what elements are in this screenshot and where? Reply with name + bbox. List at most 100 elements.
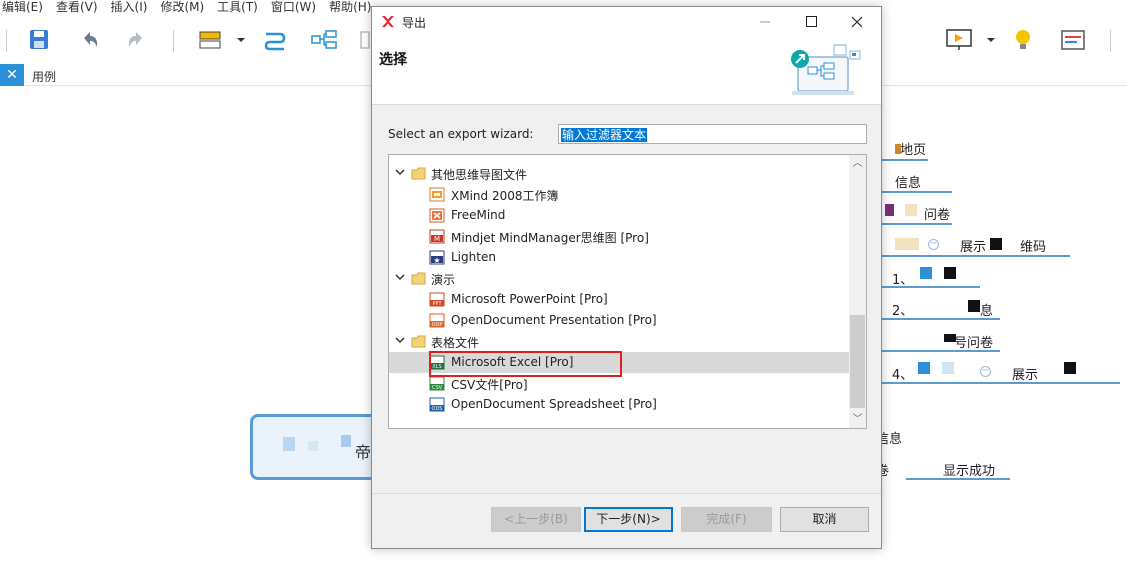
export-illustration-icon	[791, 44, 861, 95]
topic-node[interactable]: 息	[980, 300, 993, 319]
outline-panel-icon[interactable]	[1060, 28, 1086, 52]
boundary-icon[interactable]	[310, 28, 338, 52]
svg-text:★: ★	[433, 256, 440, 265]
menu-help[interactable]: 帮助(H)	[327, 0, 373, 16]
tree-item[interactable]: FreeMind	[389, 205, 849, 226]
editor-tab-label[interactable]: 用例	[32, 68, 56, 85]
maximize-icon	[806, 16, 817, 27]
chevron-down-icon[interactable]	[394, 334, 406, 346]
menu-tools[interactable]: 工具(T)	[215, 0, 260, 16]
svg-text:CSV: CSV	[432, 385, 443, 391]
central-topic[interactable]: 帝	[250, 414, 380, 480]
folder-icon	[411, 272, 426, 285]
chevron-down-icon[interactable]	[394, 271, 406, 283]
close-icon[interactable]: ✕	[0, 64, 24, 86]
svg-text:M: M	[434, 235, 440, 243]
dialog-titlebar[interactable]: 导出	[372, 7, 881, 37]
mindmanager-icon: M	[429, 229, 445, 244]
tree-folder[interactable]: 其他思维导图文件	[389, 163, 849, 184]
close-button[interactable]	[834, 7, 880, 37]
topic-icon[interactable]	[198, 28, 224, 52]
selection-highlight-box	[429, 351, 622, 377]
close-icon	[851, 16, 863, 28]
topic-node[interactable]: 信息	[895, 172, 921, 191]
scrollbar-thumb[interactable]	[850, 315, 865, 408]
redo-icon[interactable]	[126, 28, 148, 52]
menu-modify[interactable]: 修改(M)	[158, 0, 206, 16]
menu-view[interactable]: 查看(V)	[54, 0, 100, 16]
scroll-up-icon[interactable]: ︿	[849, 155, 866, 172]
svg-text:ODS: ODS	[432, 406, 443, 412]
odp-icon: ODP	[429, 313, 445, 328]
chevron-down-icon[interactable]	[394, 166, 406, 178]
tree-item[interactable]: M Mindjet MindManager思维图 [Pro]	[389, 226, 849, 247]
svg-text:ODP: ODP	[432, 322, 443, 328]
topic-node[interactable]: 显示成功	[943, 460, 995, 479]
wizard-page-title: 选择	[379, 52, 407, 68]
topic-node[interactable]: 4、	[892, 364, 913, 383]
minimize-icon	[760, 21, 770, 23]
undo-icon[interactable]	[78, 28, 100, 52]
topic-node[interactable]: 地页	[900, 139, 926, 158]
topic-node[interactable]: 展示	[960, 236, 986, 255]
wizard-select-label: Select an export wizard:	[388, 127, 534, 141]
menu-edit[interactable]: 编辑(E)	[0, 0, 45, 16]
folder-icon	[411, 335, 426, 348]
menu-window[interactable]: 窗口(W)	[269, 0, 318, 16]
collapse-icon[interactable]: −	[980, 366, 991, 377]
central-topic-text: 帝	[355, 443, 372, 462]
collapse-icon[interactable]: −	[928, 239, 939, 250]
topic-node[interactable]: 2、	[892, 300, 913, 319]
cancel-button[interactable]: 取消	[780, 507, 869, 532]
wizard-header: 选择	[372, 37, 881, 105]
menu-insert[interactable]: 插入(I)	[109, 0, 150, 16]
tree-folder-label: 其他思维导图文件	[431, 168, 528, 182]
tree-scrollbar[interactable]: ︿ ﹀	[849, 155, 866, 428]
lighten-icon: ★	[429, 250, 445, 265]
csv-icon: CSV	[429, 376, 445, 391]
tree-item-label: Mindjet MindManager思维图 [Pro]	[451, 231, 649, 245]
xmind-logo-icon	[382, 16, 394, 27]
tree-folder-label: 表格文件	[431, 336, 480, 350]
xmind-icon	[429, 187, 445, 202]
export-dialog: 导出 选择 Select an export wizard: 输入过滤器文本 其…	[371, 6, 882, 549]
export-wizard-tree[interactable]: 其他思维导图文件 XMind 2008工作簿 FreeMind M Mindje…	[388, 154, 867, 429]
summary-icon[interactable]	[360, 28, 370, 52]
tree-folder[interactable]: 表格文件	[389, 331, 849, 352]
dialog-title: 导出	[402, 16, 427, 30]
relationship-icon[interactable]	[262, 28, 288, 52]
svg-text:PPT: PPT	[432, 301, 442, 307]
topic-node[interactable]: 展示	[1012, 364, 1038, 383]
tree-item[interactable]: PPT Microsoft PowerPoint [Pro]	[389, 289, 849, 310]
tree-item[interactable]: ★ Lighten	[389, 247, 849, 268]
topic-node[interactable]: 问卷	[924, 204, 950, 223]
freemind-icon	[429, 208, 445, 223]
tree-item[interactable]: ODS OpenDocument Spreadsheet [Pro]	[389, 394, 849, 415]
minimize-button[interactable]	[742, 7, 788, 37]
topic-node[interactable]: 维码	[1020, 236, 1046, 255]
folder-icon	[411, 167, 426, 180]
tree-folder[interactable]: 演示	[389, 268, 849, 289]
ods-icon: ODS	[429, 397, 445, 412]
tree-item[interactable]: XMind 2008工作簿	[389, 184, 849, 205]
save-icon[interactable]	[28, 28, 50, 52]
topic-node[interactable]: 号问卷	[954, 332, 993, 351]
tree-item[interactable]: ODP OpenDocument Presentation [Pro]	[389, 310, 849, 331]
maximize-button[interactable]	[788, 7, 834, 37]
scroll-down-icon[interactable]: ﹀	[849, 411, 866, 428]
back-button[interactable]: <上一步(B)	[491, 507, 581, 532]
filter-input[interactable]: 输入过滤器文本	[558, 124, 867, 144]
tree-item-label: FreeMind	[451, 208, 506, 222]
tree-item-label: OpenDocument Spreadsheet [Pro]	[451, 397, 657, 411]
lightbulb-icon[interactable]	[1012, 28, 1034, 52]
filter-input-text: 输入过滤器文本	[561, 128, 648, 142]
chevron-down-icon[interactable]	[986, 28, 996, 52]
chevron-down-icon[interactable]	[236, 28, 246, 52]
next-button[interactable]: 下一步(N)>	[584, 507, 673, 532]
footer-divider	[372, 493, 881, 494]
tree-item-label: OpenDocument Presentation [Pro]	[451, 313, 657, 327]
presentation-icon[interactable]	[945, 28, 973, 52]
tree-item-label: Lighten	[451, 250, 496, 264]
tree-item-label: Microsoft PowerPoint [Pro]	[451, 292, 608, 306]
finish-button[interactable]: 完成(F)	[681, 507, 772, 532]
